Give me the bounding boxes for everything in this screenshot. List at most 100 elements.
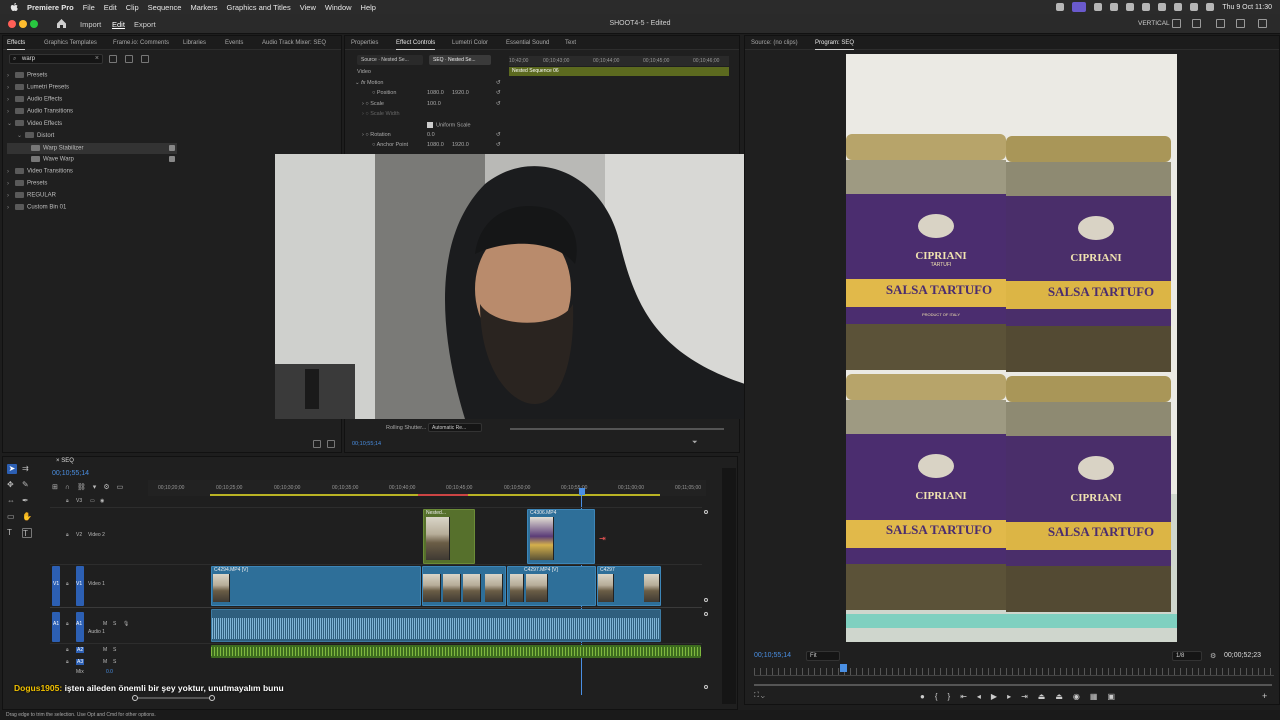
position-y-value[interactable]: 1920.0 <box>452 90 469 96</box>
volume-icon[interactable] <box>1142 3 1151 11</box>
tab-lumetri-color[interactable]: Lumetri Color <box>452 40 488 46</box>
razor-tool-icon[interactable]: ✎ <box>22 480 32 490</box>
scroll-handle[interactable] <box>704 510 708 514</box>
timeline-timecode[interactable]: 00;10;55;14 <box>52 470 89 477</box>
toggle-output-icon[interactable]: ▭ <box>90 498 95 504</box>
lift-icon[interactable]: ⏏ <box>1038 692 1056 701</box>
stopwatch-icon[interactable]: ○ <box>372 90 375 96</box>
track-v3-label[interactable]: V3 <box>76 498 82 504</box>
add-marker-icon[interactable]: ▾ <box>93 484 104 491</box>
yuv-filter-icon[interactable] <box>141 55 149 63</box>
snap-icon[interactable]: ∩ <box>65 484 77 491</box>
lock-icon[interactable]: 🔒︎ <box>66 659 69 665</box>
tab-effects[interactable]: Effects <box>7 40 26 50</box>
tree-item-presets[interactable]: › Presets <box>7 72 47 79</box>
32bit-filter-icon[interactable] <box>125 55 133 63</box>
reset-icon[interactable]: ↺ <box>496 101 501 107</box>
reset-icon[interactable]: ↺ <box>496 80 501 86</box>
menu-graphics[interactable]: Graphics and Titles <box>227 3 291 12</box>
resolution-select[interactable]: 1/8 <box>1172 651 1202 661</box>
search-icon[interactable] <box>1190 3 1199 11</box>
lock-icon[interactable]: 🔒︎ <box>66 581 69 587</box>
anchor-y-value[interactable]: 1920.0 <box>452 142 469 148</box>
ec-timecode[interactable]: 00;10;55;14 <box>352 441 381 447</box>
tab-essential-sound[interactable]: Essential Sound <box>506 40 549 46</box>
mark-in-icon[interactable]: { <box>935 692 948 701</box>
c4297-clip-b[interactable]: C4297 <box>597 566 661 606</box>
eye-icon[interactable]: ◉ <box>100 498 104 504</box>
scroll-handle[interactable] <box>704 612 708 616</box>
lock-icon[interactable]: 🔒︎ <box>66 647 69 653</box>
tab-libraries[interactable]: Libraries <box>183 40 206 46</box>
track-a2-label[interactable]: A2 <box>76 647 85 653</box>
selection-tool-icon[interactable]: ➤ <box>7 464 17 474</box>
pen-tool-icon[interactable]: ✒ <box>22 496 32 506</box>
filter-icon[interactable]: ⏷ <box>692 439 698 447</box>
insert-nest-icon[interactable]: ⊞ <box>52 484 65 491</box>
workspace-vertical[interactable]: VERTICAL <box>1138 20 1170 27</box>
track-a1-label[interactable]: A1 <box>76 621 82 627</box>
menu-sequence[interactable]: Sequence <box>148 3 182 12</box>
delete-icon[interactable] <box>327 440 335 448</box>
export-frame-icon[interactable]: ◉ <box>1073 692 1090 701</box>
tree-item-audio-effects[interactable]: › Audio Effects <box>7 96 62 103</box>
scroll-handle[interactable] <box>704 685 708 689</box>
go-to-out-icon[interactable]: ⇥ <box>1021 692 1038 701</box>
program-zoom-bar[interactable] <box>754 684 1272 686</box>
menu-file[interactable]: File <box>83 3 95 12</box>
ec-zoom-scrollbar[interactable] <box>510 428 724 430</box>
slip-tool-icon[interactable]: ⇔ <box>7 496 17 506</box>
timeline-zoom-scrollbar[interactable] <box>134 697 214 699</box>
track-target-a1[interactable] <box>76 612 84 642</box>
obs-icon[interactable] <box>1072 2 1087 12</box>
tree-item-audio-transitions[interactable]: › Audio Transitions <box>7 108 73 115</box>
solo-button[interactable]: S <box>113 621 116 627</box>
stopwatch-icon[interactable]: ○ <box>365 132 368 138</box>
reset-icon[interactable]: ↺ <box>496 132 501 138</box>
maximize-icon[interactable] <box>1216 19 1225 28</box>
timeline-ruler[interactable]: 00;10;20;00 00;10;25;00 00;10;30;00 00;1… <box>148 480 706 496</box>
settings-wrench-icon[interactable]: ⚙ <box>1210 652 1216 660</box>
track-v1-label[interactable]: V1 <box>76 581 82 587</box>
effects-search-input[interactable]: ⌕ warp × <box>9 54 103 64</box>
menu-window[interactable]: Window <box>325 3 352 12</box>
tree-item-regular[interactable]: › REGULAR <box>7 192 56 199</box>
c4297-clip[interactable]: C4297.MP4 [V] <box>507 566 596 606</box>
reset-icon[interactable]: ↺ <box>496 90 501 96</box>
creative-cloud-icon[interactable] <box>1094 3 1103 11</box>
apple-icon[interactable] <box>9 2 19 12</box>
c4294-clip-segments[interactable] <box>422 566 506 606</box>
menu-help[interactable]: Help <box>361 3 376 12</box>
tab-sequence[interactable]: × SEQ <box>56 458 74 464</box>
quick-export-icon[interactable] <box>1172 19 1181 28</box>
tree-item-lumetri-presets[interactable]: › Lumetri Presets <box>7 84 69 91</box>
control-center-icon[interactable] <box>1206 3 1215 11</box>
c4294-clip[interactable]: C4294.MP4 [V] <box>211 566 421 606</box>
rectangle-tool-icon[interactable]: ▭ <box>7 512 17 522</box>
timeline-settings-icon[interactable]: ⚙ <box>103 484 116 491</box>
mute-button[interactable]: M <box>103 621 107 627</box>
menu-app[interactable]: Premiere Pro <box>27 3 74 12</box>
program-playhead[interactable] <box>840 664 847 672</box>
menu-clip[interactable]: Clip <box>126 3 139 12</box>
seq-clip-tab[interactable]: SEQ · Nested Se... <box>429 55 491 65</box>
solo-button[interactable]: S <box>113 647 116 653</box>
ec-clip-bar[interactable]: Nested Sequence 06 <box>509 67 729 76</box>
nested-sequence-clip[interactable]: Nested... <box>423 509 475 564</box>
track-v2-label[interactable]: V2 <box>76 532 82 538</box>
new-bin-icon[interactable] <box>313 440 321 448</box>
program-timecode[interactable]: 00;10;55;14 <box>754 652 791 659</box>
position-x-value[interactable]: 1080.0 <box>427 90 444 96</box>
tab-events[interactable]: Events <box>225 40 243 46</box>
tree-item-video-effects[interactable]: ⌄ Video Effects <box>7 120 62 127</box>
tab-program-monitor[interactable]: Program: SEQ <box>815 40 855 50</box>
tab-graphics-templates[interactable]: Graphics Templates <box>44 40 97 46</box>
timeline-playhead-handle[interactable] <box>579 488 585 495</box>
program-time-ruler[interactable] <box>754 668 1274 676</box>
screen-record-icon[interactable] <box>1056 3 1065 11</box>
audio-clip-a2[interactable] <box>211 645 701 658</box>
vertical-type-tool-icon[interactable]: T <box>22 528 32 538</box>
mute-button[interactable]: M <box>103 659 107 665</box>
tab-text[interactable]: Text <box>565 40 576 46</box>
play-icon[interactable]: ▶ <box>991 692 1007 701</box>
